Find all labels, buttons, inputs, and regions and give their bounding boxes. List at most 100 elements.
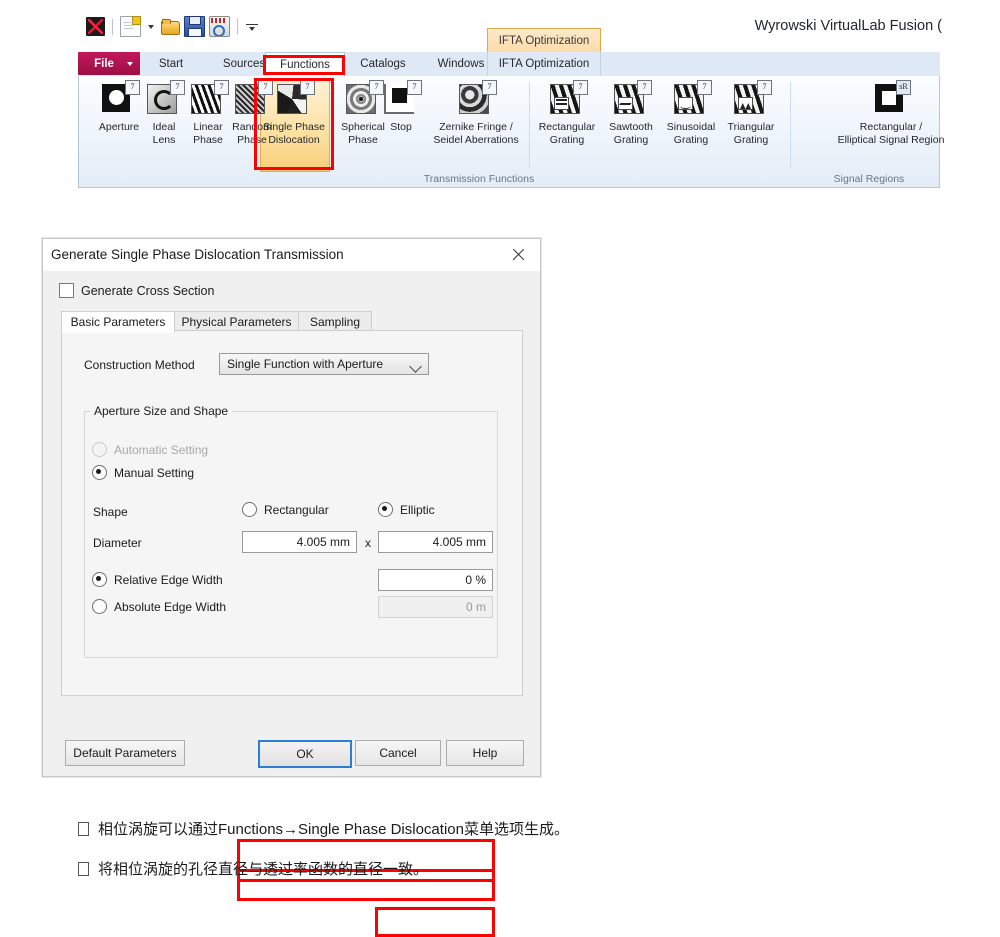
cancel-button[interactable]: Cancel — [355, 740, 441, 766]
radio-dot — [378, 502, 393, 517]
ribbon-button-rectangular-grating[interactable]: 7 Rectangular Grating — [535, 80, 599, 146]
new-document-icon[interactable] — [120, 16, 141, 37]
generate-cross-section-label: Generate Cross Section — [81, 283, 215, 298]
close-icon[interactable] — [508, 245, 530, 265]
shape-rectangular-label: Rectangular — [264, 502, 329, 517]
construction-method-value: Single Function with Aperture — [227, 357, 384, 371]
tab-ifta-optimization[interactable]: IFTA Optimization — [487, 52, 601, 76]
ribbon-button-single-phase-dislocation[interactable]: 7 Single Phase Dislocation — [262, 80, 326, 146]
sinusoidal-grating-icon: 7 — [674, 80, 712, 118]
relative-edge-width-radio[interactable]: Relative Edge Width — [92, 572, 223, 587]
signal-region-icon: sR — [875, 80, 911, 118]
toolbar-divider — [112, 18, 113, 35]
tools-icon[interactable] — [209, 16, 230, 37]
spherical-phase-icon: 7 — [346, 80, 384, 118]
radio-dot — [242, 502, 257, 517]
highlight-box-relative-edge-width — [375, 907, 495, 937]
ribbon-content: 7 Aperture 7 Ideal Lens 7 Linear Phase 7… — [78, 76, 944, 188]
ribbon-button-label: Rectangular Grating — [538, 121, 596, 146]
ribbon-button-label: Zernike Fringe / Seidel Aberrations — [433, 121, 519, 146]
generate-single-phase-dislocation-dialog: Generate Single Phase Dislocation Transm… — [42, 238, 541, 937]
default-parameters-button[interactable]: Default Parameters — [65, 740, 185, 766]
triangular-grating-icon: 7 — [734, 80, 772, 118]
construction-method-select[interactable]: Single Function with Aperture — [219, 353, 429, 375]
tab-functions[interactable]: Functions — [265, 52, 345, 78]
shape-elliptic-radio[interactable]: Elliptic — [378, 502, 435, 517]
construction-method-label: Construction Method — [84, 358, 195, 372]
relative-edge-width-label: Relative Edge Width — [114, 572, 223, 587]
aperture-icon: 7 — [102, 80, 140, 118]
shape-rectangular-radio[interactable]: Rectangular — [242, 502, 329, 517]
ribbon-button-label: Rectangular / Elliptical Signal Region — [837, 121, 945, 146]
single-phase-dislocation-icon: 7 — [277, 80, 315, 118]
group-divider — [529, 82, 530, 168]
manual-setting-radio[interactable]: Manual Setting — [92, 465, 194, 480]
ribbon-group-label-transmission: Transmission Functions — [423, 173, 535, 185]
ribbon-button-label: Single Phase Dislocation — [263, 121, 325, 146]
ribbon-group-label-signal-regions: Signal Regions — [833, 173, 905, 185]
automatic-setting-label: Automatic Setting — [114, 442, 209, 457]
chevron-down-icon[interactable] — [148, 24, 154, 29]
help-button[interactable]: Help — [446, 740, 524, 766]
ribbon-button-label: Triangular Grating — [727, 121, 775, 146]
chevron-down-icon — [127, 62, 133, 66]
aperture-group-title: Aperture Size and Shape — [90, 404, 233, 418]
ribbon-window: Wyrowski VirtualLab Fusion ( IFTA Optimi… — [78, 10, 944, 188]
ribbon-button-stop[interactable]: 7 Stop — [379, 80, 423, 134]
open-file-icon[interactable] — [161, 17, 180, 36]
ribbon-button-label: Stop — [390, 121, 412, 133]
radio-dot — [92, 572, 107, 587]
ribbon-button-sawtooth-grating[interactable]: 7 Sawtooth Grating — [599, 80, 663, 146]
diameter-label: Diameter — [93, 536, 142, 550]
toolbar-divider — [237, 18, 238, 35]
save-icon[interactable] — [184, 16, 205, 37]
dialog-title: Generate Single Phase Dislocation Transm… — [51, 247, 344, 262]
automatic-setting-radio: Automatic Setting — [92, 442, 208, 457]
diameter-separator: x — [365, 536, 371, 550]
tab-start[interactable]: Start — [138, 52, 204, 76]
note-text: 相位涡旋可以通过Functions→Single Phase Dislocati… — [98, 821, 569, 838]
absolute-edge-width-label: Absolute Edge Width — [114, 599, 227, 614]
ribbon-button-zernike-seidel[interactable]: 7 Zernike Fringe / Seidel Aberrations — [428, 80, 524, 146]
ribbon-button-signal-region[interactable]: sR Rectangular / Elliptical Signal Regio… — [823, 80, 959, 146]
note-text: 将相位涡旋的孔径直径与透过率函数的直径一致。 — [98, 861, 429, 878]
group-divider — [790, 82, 791, 168]
app-logo-icon[interactable] — [86, 17, 105, 36]
shape-elliptic-label: Elliptic — [400, 502, 435, 517]
stop-icon: 7 — [384, 80, 422, 118]
zernike-seidel-icon: 7 — [459, 80, 497, 118]
generate-cross-section-checkbox[interactable] — [59, 283, 74, 298]
contextual-tab-ifta-optimization[interactable]: IFTA Optimization — [487, 28, 601, 52]
tab-file[interactable]: File — [78, 52, 140, 75]
ribbon-button-label: Sawtooth Grating — [609, 121, 653, 146]
generate-cross-section-row[interactable]: Generate Cross Section — [59, 283, 214, 298]
diameter-y-input[interactable]: 4.005 mm — [378, 531, 493, 553]
tab-basic-parameters[interactable]: Basic Parameters — [61, 311, 175, 333]
bullet-icon — [78, 862, 89, 877]
sawtooth-grating-icon: 7 — [614, 80, 652, 118]
ribbon-button-triangular-grating[interactable]: 7 Triangular Grating — [719, 80, 783, 146]
app-title: Wyrowski VirtualLab Fusion ( — [754, 18, 942, 34]
chevron-down-icon — [409, 360, 422, 373]
diameter-x-input[interactable]: 4.005 mm — [242, 531, 357, 553]
manual-setting-label: Manual Setting — [114, 465, 195, 480]
shape-label: Shape — [93, 505, 128, 519]
radio-dot — [92, 442, 107, 457]
dialog-tab-strip: Basic Parameters Physical Parameters Sam… — [61, 311, 521, 333]
note-line-1: 相位涡旋可以通过Functions→Single Phase Dislocati… — [78, 818, 569, 839]
bullet-icon — [78, 822, 89, 837]
radio-dot — [92, 599, 107, 614]
tab-catalogs[interactable]: Catalogs — [344, 52, 422, 76]
absolute-edge-width-input: 0 m — [378, 596, 493, 618]
dialog-title-bar: Generate Single Phase Dislocation Transm… — [43, 239, 540, 271]
relative-edge-width-input[interactable]: 0 % — [378, 569, 493, 591]
basic-parameters-panel: Construction Method Single Function with… — [61, 330, 523, 696]
ribbon-button-sinusoidal-grating[interactable]: 7 Sinusoidal Grating — [659, 80, 723, 146]
customize-toolbar-icon[interactable] — [245, 20, 259, 34]
note-line-2: 将相位涡旋的孔径直径与透过率函数的直径一致。 — [78, 858, 428, 879]
radio-dot — [92, 465, 107, 480]
ribbon-button-label: Sinusoidal Grating — [666, 121, 716, 146]
ok-button[interactable]: OK — [258, 740, 352, 768]
tab-file-label: File — [94, 57, 114, 70]
absolute-edge-width-radio[interactable]: Absolute Edge Width — [92, 599, 226, 614]
